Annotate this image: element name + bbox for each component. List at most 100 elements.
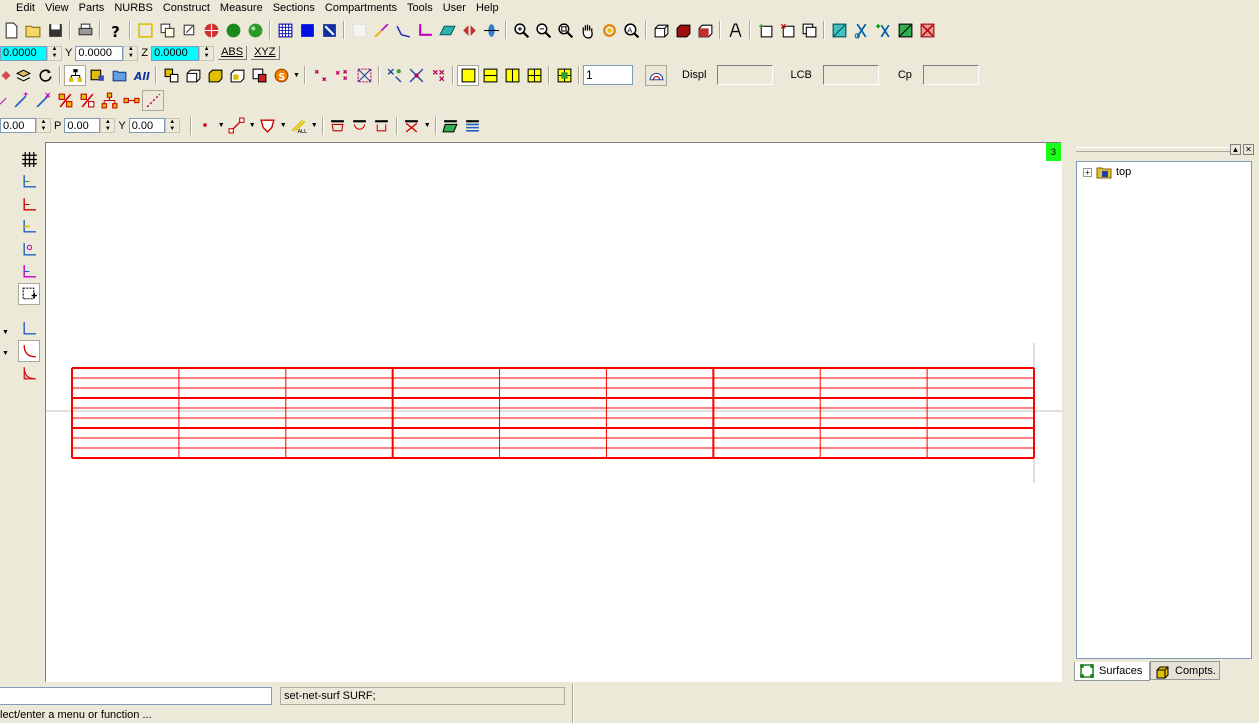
view-angle-first-field[interactable]	[0, 118, 36, 133]
part-tree[interactable]: + top	[1076, 161, 1252, 659]
z-spinner[interactable]: ▲ ▼	[199, 45, 215, 61]
menu-construct[interactable]: Construct	[158, 1, 215, 15]
tree-node-top[interactable]: + top	[1083, 165, 1131, 179]
line-plus-icon[interactable]	[10, 90, 32, 111]
point-dropdown-arrow[interactable]: ▼	[217, 115, 226, 136]
scatter-points-icon[interactable]	[309, 65, 331, 86]
transform-part-icon[interactable]	[178, 20, 200, 41]
rotate-view-icon[interactable]	[598, 20, 620, 41]
menu-help[interactable]: Help	[471, 1, 504, 15]
menu-measure[interactable]: Measure	[215, 1, 268, 15]
view-single-icon[interactable]	[457, 64, 479, 86]
box-solid-icon[interactable]	[672, 20, 694, 41]
trim-add-icon[interactable]	[872, 20, 894, 41]
zoom-out-icon[interactable]	[532, 20, 554, 41]
section-alt-icon[interactable]	[371, 115, 393, 136]
hierarchy-icon[interactable]	[64, 64, 86, 86]
sphere-icon[interactable]	[222, 20, 244, 41]
corner-blue-icon[interactable]	[18, 318, 40, 340]
percent-icon[interactable]	[54, 90, 76, 111]
surface-grid-icon[interactable]	[18, 148, 40, 170]
model-viewport[interactable]	[45, 142, 1063, 682]
layer-green-icon[interactable]	[440, 115, 462, 136]
panel-maximize-button[interactable]: ▲	[1230, 144, 1241, 155]
y-spinner[interactable]: ▲ ▼	[123, 45, 139, 61]
print-icon[interactable]	[74, 20, 96, 41]
layer-stack-icon[interactable]	[462, 115, 484, 136]
fillet-red-icon[interactable]	[18, 340, 40, 362]
panel-close-button[interactable]: ✕	[1243, 144, 1254, 155]
surface-icon[interactable]	[436, 20, 458, 41]
curve-point-icon[interactable]	[18, 238, 40, 260]
curve-yellow-icon[interactable]	[18, 216, 40, 238]
x-spinner[interactable]: ▲ ▼	[47, 45, 62, 61]
abs-button[interactable]: ABS	[218, 46, 248, 60]
box-shaded-icon[interactable]	[694, 20, 716, 41]
view-vertical-split-icon[interactable]	[501, 65, 523, 86]
part-yellow-icon[interactable]	[86, 65, 108, 86]
menu-nurbs[interactable]: NURBS	[109, 1, 158, 15]
line-magenta-icon[interactable]	[370, 20, 392, 41]
pitch-field[interactable]	[64, 118, 101, 133]
snap-points-icon[interactable]	[383, 65, 405, 86]
surface-green-icon[interactable]	[894, 20, 916, 41]
shield-dropdown-arrow[interactable]: ▼	[279, 115, 288, 136]
zoom-window-icon[interactable]	[554, 20, 576, 41]
pitch-spinner[interactable]: ▲ ▼	[100, 118, 116, 133]
globe-icon[interactable]	[200, 20, 222, 41]
shield-icon[interactable]	[257, 115, 279, 136]
all-curves-icon[interactable]: ALL	[288, 115, 310, 136]
hydro-count-field[interactable]	[583, 65, 633, 85]
delete-trim-icon[interactable]	[916, 20, 938, 41]
tab-compts[interactable]: Compts.	[1150, 661, 1220, 680]
line-points-icon[interactable]	[226, 115, 248, 136]
solid-fill-icon[interactable]	[296, 20, 318, 41]
folder-blue-icon[interactable]	[108, 65, 130, 86]
layers-icon[interactable]	[12, 65, 34, 86]
help-icon[interactable]: ?	[104, 20, 126, 41]
menu-sections[interactable]: Sections	[268, 1, 320, 15]
copy-part-icon[interactable]	[156, 20, 178, 41]
left-dropdown-arrow-1[interactable]: ▼	[1, 322, 10, 343]
left-dropdown-arrow-2[interactable]: ▼	[1, 343, 10, 364]
part-box-icon[interactable]	[182, 65, 204, 86]
yaw-field[interactable]	[128, 118, 165, 133]
symmetry-icon[interactable]	[480, 20, 502, 41]
add-curve-icon[interactable]	[18, 283, 40, 305]
command-input[interactable]	[0, 687, 272, 705]
grid-icon[interactable]	[274, 20, 296, 41]
mirror-icon[interactable]	[458, 20, 480, 41]
percent-alt-icon[interactable]	[76, 90, 98, 111]
part-multi-icon[interactable]	[226, 65, 248, 86]
add-surface-icon[interactable]	[754, 20, 776, 41]
diamond-icon[interactable]	[0, 65, 12, 86]
snap-delete-icon[interactable]	[427, 65, 449, 86]
menu-parts[interactable]: Parts	[74, 1, 110, 15]
menu-view[interactable]: View	[40, 1, 74, 15]
sphere-shaded-icon[interactable]	[244, 20, 266, 41]
line-star-icon[interactable]	[32, 90, 54, 111]
save-icon[interactable]	[44, 20, 66, 41]
points-icon[interactable]	[348, 20, 370, 41]
view-angle-first-spinner[interactable]: ▲ ▼	[36, 118, 51, 133]
point-mesh-icon[interactable]	[353, 65, 375, 86]
yaw-spinner[interactable]: ▲ ▼	[164, 118, 180, 133]
intersect-icon[interactable]	[401, 115, 423, 136]
part-red-icon[interactable]	[248, 65, 270, 86]
menu-compartments[interactable]: Compartments	[320, 1, 402, 15]
open-folder-icon[interactable]	[22, 20, 44, 41]
copy-surface-icon[interactable]	[798, 20, 820, 41]
trim-icon[interactable]	[850, 20, 872, 41]
curve-icon[interactable]	[392, 20, 414, 41]
bent-curve-icon[interactable]	[414, 20, 436, 41]
perspective-icon[interactable]	[724, 20, 746, 41]
part-stack-icon[interactable]	[160, 65, 182, 86]
view-quad-icon[interactable]	[523, 65, 545, 86]
tree-nodes-icon[interactable]	[98, 90, 120, 111]
nodes-row-icon[interactable]	[120, 90, 142, 111]
box-wire-icon[interactable]	[650, 20, 672, 41]
pan-hand-icon[interactable]	[576, 20, 598, 41]
part-dropdown-arrow[interactable]: ▼	[292, 65, 301, 86]
zoom-in-icon[interactable]	[510, 20, 532, 41]
refresh-icon[interactable]	[34, 65, 56, 86]
